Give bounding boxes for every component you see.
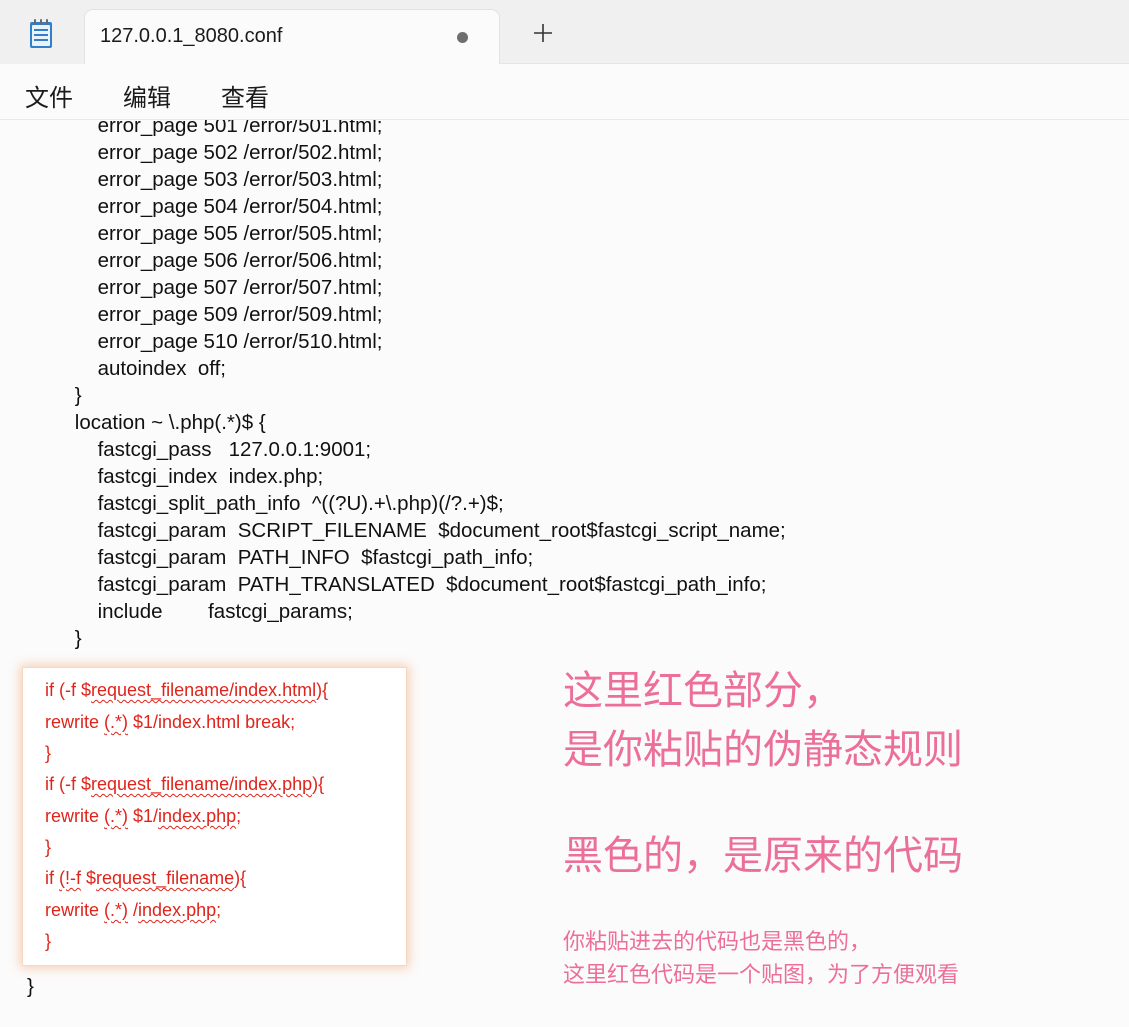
code-line: } [52, 627, 82, 650]
annotation-original-code: 黑色的，是原来的代码 [563, 833, 963, 879]
closing-brace: } [27, 975, 34, 998]
snippet-line: rewrite (.*) /index.php; [45, 900, 222, 920]
annotation-pasted-black: 你粘贴进去的代码也是黑色的， [563, 930, 872, 955]
code-line: fastcgi_param PATH_INFO $fastcgi_path_in… [52, 546, 534, 569]
annotation-pasted-rules: 是你粘贴的伪静态规则 [563, 727, 963, 773]
menu-edit[interactable]: 编辑 [123, 78, 171, 113]
unsaved-dot-icon[interactable] [457, 32, 468, 43]
snippet-line: } [45, 743, 52, 763]
menu-bar: 文件 编辑 查看 [0, 64, 1129, 120]
snippet-line: if (-f $request_filename/index.php){ [45, 774, 325, 794]
code-line: error_page 510 /error/510.html; [52, 330, 383, 353]
code-line: error_page 505 /error/505.html; [52, 222, 383, 245]
snippet-line: if (!-f $request_filename){ [45, 868, 247, 888]
notepad-window: 127.0.0.1_8080.conf 文件 编辑 查看 error_page … [0, 0, 1129, 1027]
notepad-icon[interactable] [29, 19, 53, 49]
code-line: fastcgi_index index.php; [52, 465, 324, 488]
snippet-line: } [45, 837, 52, 857]
code-line: error_page 504 /error/504.html; [52, 195, 383, 218]
snippet-line: } [45, 931, 52, 951]
code-line: error_page 507 /error/507.html; [52, 276, 383, 299]
code-line: error_page 506 /error/506.html; [52, 249, 383, 272]
plus-icon[interactable] [530, 20, 556, 46]
snippet-line: if (-f $request_filename/index.html){ [45, 680, 329, 700]
snippet-line: rewrite (.*) $1/index.php; [45, 806, 242, 826]
code-line: fastcgi_split_path_info ^((?U).+\.php)(/… [52, 492, 504, 515]
code-line: error_page 502 /error/502.html; [52, 141, 383, 164]
text-editor[interactable]: error_page 501 /error/501.html; error_pa… [0, 120, 1129, 1027]
tab-strip: 127.0.0.1_8080.conf [0, 0, 1129, 64]
code-line: include fastcgi_params; [52, 600, 353, 623]
code-line: location ~ \.php(.*)$ { [52, 411, 266, 434]
snippet-line: rewrite (.*) $1/index.html break; [45, 712, 296, 732]
annotation-image-note: 这里红色代码是一个贴图，为了方便观看 [563, 963, 960, 988]
menu-view[interactable]: 查看 [221, 78, 269, 113]
menu-file[interactable]: 文件 [25, 78, 73, 113]
code-line: fastcgi_param SCRIPT_FILENAME $document_… [52, 519, 786, 542]
code-line: error_page 501 /error/501.html; [52, 120, 383, 137]
code-line: fastcgi_param PATH_TRANSLATED $document_… [52, 573, 767, 596]
code-line: error_page 509 /error/509.html; [52, 303, 383, 326]
code-line: fastcgi_pass 127.0.0.1:9001; [52, 438, 372, 461]
code-line: autoindex off; [52, 357, 226, 380]
tab-active-file[interactable]: 127.0.0.1_8080.conf [84, 9, 500, 64]
code-line: } [52, 384, 82, 407]
code-line: error_page 503 /error/503.html; [52, 168, 383, 191]
pasted-rules-image: if (-f $request_filename/index.html){ re… [23, 668, 406, 965]
annotation-red-part: 这里红色部分， [563, 668, 843, 714]
tab-title: 127.0.0.1_8080.conf [100, 25, 283, 47]
